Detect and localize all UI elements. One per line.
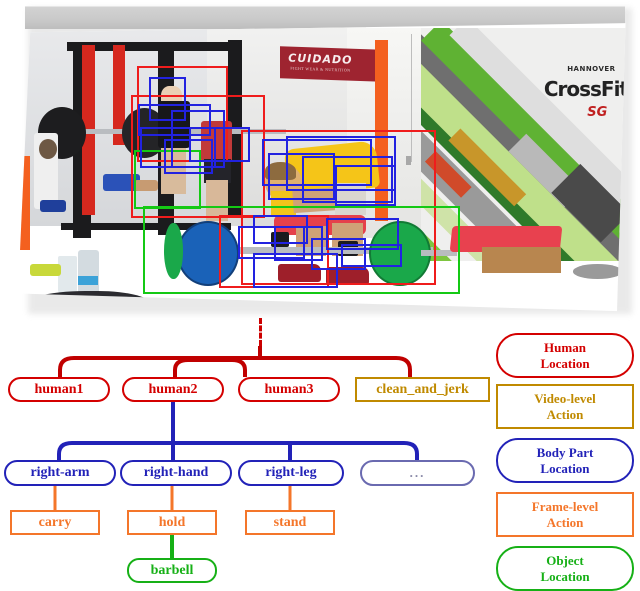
photo-clip: HANNOVER CrossFit SG CUIDADO FIGHT WEAR … <box>18 23 628 312</box>
legend-item-human-location: Human Location <box>496 333 634 378</box>
legend-text-body-part-location: Body Part Location <box>536 445 594 476</box>
gym-photo: HANNOVER CrossFit SG CUIDADO FIGHT WEAR … <box>18 23 628 312</box>
bbox-bodypart-6 <box>164 138 214 174</box>
blue-link-bar <box>57 441 419 460</box>
tree-node-right-leg[interactable]: right-leg <box>238 460 344 486</box>
cuidado-banner: CUIDADO FIGHT WEAR & NUTRITION <box>280 46 384 83</box>
legend-text-frame-level-action: Frame-level Action <box>531 499 599 530</box>
bg-person-head <box>38 138 58 160</box>
mural-text-crossfit: CrossFit <box>543 76 628 101</box>
red-link-inner <box>173 358 247 377</box>
tree-node-human2[interactable]: human2 <box>122 377 224 402</box>
cardboard-box <box>481 246 561 274</box>
legend-text-human-location: Human Location <box>540 340 590 371</box>
tree-node-more-ellipsis[interactable]: ... <box>360 460 475 486</box>
orange-edge-left <box>18 156 31 250</box>
legend-text-video-level-action: Video-level Action <box>534 391 596 422</box>
tree-node-clean-and-jerk[interactable]: clean_and_jerk <box>355 377 490 402</box>
mural-text-sg: SG <box>587 104 608 120</box>
water-bottle-2 <box>77 249 99 294</box>
tree-node-barbell[interactable]: barbell <box>127 558 217 583</box>
tree-node-right-hand[interactable]: right-hand <box>120 460 232 486</box>
legend-item-frame-level-action: Frame-level Action <box>496 492 634 537</box>
bottle-label <box>78 276 98 285</box>
tree-node-stand[interactable]: stand <box>245 510 335 535</box>
legend-item-body-part-location: Body Part Location <box>496 438 634 483</box>
gear-green <box>30 264 61 277</box>
tree-node-hold[interactable]: hold <box>127 510 217 535</box>
floor-plate-right <box>573 264 622 279</box>
bbox-bodypart-17 <box>341 243 403 268</box>
bg-person-shoe <box>39 200 66 212</box>
water-bottle-1 <box>57 255 78 294</box>
legend-item-video-level-action: Video-level Action <box>496 384 634 429</box>
tree-node-right-arm[interactable]: right-arm <box>4 460 116 486</box>
bbox-bodypart-18 <box>252 252 339 288</box>
tree-node-carry[interactable]: carry <box>10 510 100 535</box>
legend-text-object-location: Object Location <box>540 553 590 584</box>
tree-node-human3[interactable]: human3 <box>238 377 340 402</box>
bbox-bodypart-11 <box>335 165 397 206</box>
banner-subtext: FIGHT WEAR & NUTRITION <box>290 65 351 73</box>
tree-node-human1[interactable]: human1 <box>8 377 110 402</box>
legend: Human Location Video-level Action Body P… <box>492 330 640 591</box>
legend-item-object-location: Object Location <box>496 546 634 591</box>
mural-text-hannover: HANNOVER <box>567 65 616 74</box>
annotated-video-frame: HANNOVER CrossFit SG CUIDADO FIGHT WEAR … <box>0 0 640 330</box>
